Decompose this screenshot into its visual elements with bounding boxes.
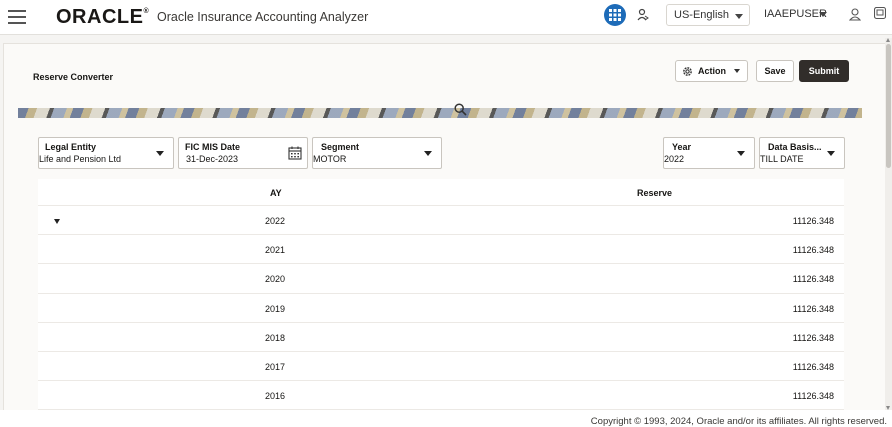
chevron-down-icon bbox=[735, 14, 743, 19]
row-reserve: 11126.348 bbox=[792, 303, 834, 314]
table-row[interactable]: 2021 11126.348 bbox=[38, 235, 844, 265]
row-ay: 2019 bbox=[265, 303, 286, 314]
row-reserve: 11126.348 bbox=[792, 274, 834, 285]
table-row[interactable]: 2022 11126.348 bbox=[38, 206, 844, 236]
hamburger-menu-icon[interactable] bbox=[8, 10, 26, 24]
fic-mis-date-field[interactable]: FIC MIS Date 31-Dec-2023 bbox=[178, 137, 308, 169]
expand-caret-icon[interactable] bbox=[54, 219, 60, 224]
row-ay: 2017 bbox=[265, 361, 286, 372]
data-basis-label: Data Basis... bbox=[768, 142, 822, 152]
table-header: AY Reserve bbox=[38, 179, 844, 206]
legal-entity-value: Life and Pension Ltd bbox=[39, 154, 122, 164]
fic-mis-date-label: FIC MIS Date bbox=[185, 142, 241, 152]
top-bar: ORACLE® Oracle Insurance Accounting Anal… bbox=[0, 0, 892, 35]
submit-button[interactable]: Submit bbox=[799, 60, 849, 82]
person-icon[interactable] bbox=[848, 8, 862, 26]
logo-text: ORACLE bbox=[56, 6, 144, 28]
row-ay: 2022 bbox=[265, 216, 286, 226]
row-ay: 2018 bbox=[265, 332, 286, 343]
legal-entity-select[interactable]: Legal Entity Life and Pension Ltd bbox=[38, 137, 174, 169]
row-ay: 2016 bbox=[265, 391, 286, 402]
row-reserve: 11126.348 bbox=[792, 245, 834, 256]
table-row[interactable]: 2019 11126.348 bbox=[38, 294, 844, 323]
fic-mis-date-value: 31-Dec-2023 bbox=[186, 154, 239, 164]
data-basis-select[interactable]: Data Basis... TILL DATE bbox=[759, 137, 845, 169]
search-icon[interactable] bbox=[454, 103, 467, 116]
action-label: Action bbox=[698, 66, 726, 76]
language-select[interactable]: US-English bbox=[666, 4, 750, 26]
oracle-logo: ORACLE® bbox=[56, 6, 149, 29]
row-reserve: 11126.348 bbox=[792, 216, 834, 226]
chevron-down-icon[interactable] bbox=[819, 12, 827, 17]
logo-registered-mark: ® bbox=[143, 8, 150, 15]
save-button[interactable]: Save bbox=[756, 60, 794, 82]
monitor-icon[interactable] bbox=[873, 6, 887, 26]
chevron-down-icon bbox=[827, 151, 835, 156]
table-row[interactable]: 2018 11126.348 bbox=[38, 323, 844, 352]
row-ay: 2021 bbox=[265, 245, 286, 256]
grid-apps-icon[interactable] bbox=[604, 4, 626, 26]
scroll-up-icon[interactable] bbox=[886, 38, 890, 42]
chevron-down-icon bbox=[156, 151, 164, 156]
legal-entity-label: Legal Entity bbox=[45, 142, 97, 152]
row-reserve: 11126.348 bbox=[792, 332, 834, 343]
table-row[interactable]: 2020 11126.348 bbox=[38, 264, 844, 294]
segment-label: Segment bbox=[321, 142, 360, 152]
decorative-banner bbox=[18, 108, 862, 118]
scrollbar-thumb[interactable] bbox=[886, 44, 891, 168]
user-switch-icon[interactable] bbox=[637, 8, 649, 27]
row-ay: 2020 bbox=[265, 274, 286, 285]
table-row[interactable]: 2016 11126.348 bbox=[38, 381, 844, 411]
data-basis-value: TILL DATE bbox=[760, 154, 804, 164]
segment-select[interactable]: Segment MOTOR bbox=[312, 137, 442, 169]
year-value: 2022 bbox=[664, 154, 685, 164]
vertical-scrollbar[interactable] bbox=[885, 38, 892, 410]
calendar-icon[interactable] bbox=[288, 146, 302, 160]
chevron-down-icon bbox=[737, 151, 745, 156]
row-reserve: 11126.348 bbox=[792, 391, 834, 402]
column-header-reserve[interactable]: Reserve bbox=[637, 188, 672, 198]
year-select[interactable]: Year 2022 bbox=[663, 137, 755, 169]
chevron-down-icon bbox=[424, 151, 432, 156]
action-button[interactable]: Action bbox=[675, 60, 748, 82]
copyright-text: Copyright © 1993, 2024, Oracle and/or it… bbox=[590, 416, 887, 427]
chevron-down-icon bbox=[734, 69, 740, 73]
row-reserve: 11126.348 bbox=[792, 361, 834, 372]
main-panel: Reserve Converter Action Save Submit Leg… bbox=[3, 43, 887, 427]
language-label: US-English bbox=[674, 9, 730, 21]
reserve-table: AY Reserve 2022 11126.348 2021 11126.348… bbox=[38, 179, 844, 411]
user-menu[interactable]: IAAEPUSER bbox=[764, 8, 827, 20]
year-label: Year bbox=[672, 142, 692, 152]
column-header-ay[interactable]: AY bbox=[270, 188, 282, 198]
page-title: Reserve Converter bbox=[33, 72, 114, 82]
segment-value: MOTOR bbox=[313, 154, 347, 164]
app-name: Oracle Insurance Accounting Analyzer bbox=[157, 10, 369, 24]
table-row[interactable]: 2017 11126.348 bbox=[38, 352, 844, 382]
gear-icon bbox=[683, 66, 692, 76]
